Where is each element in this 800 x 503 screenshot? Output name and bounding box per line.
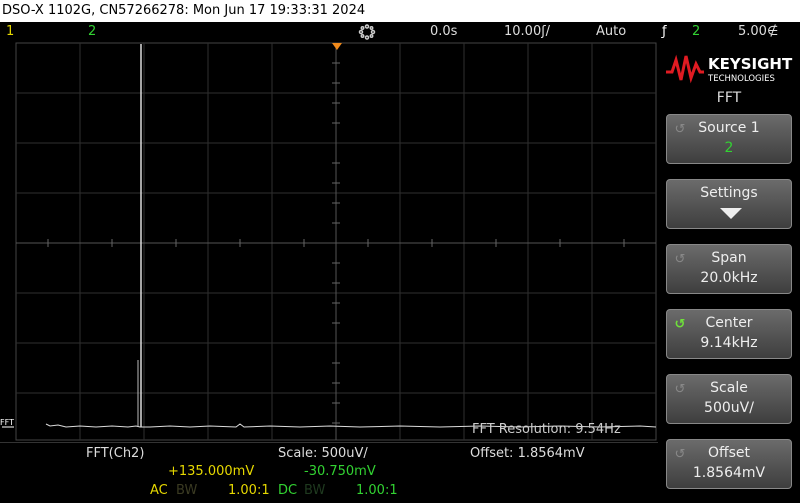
status-bar: 1 2 0.0s 10.00ʃ/ Auto ƒ 2 5.00∉ [0,22,800,42]
channel-measurements: +135.000mV AC BW 1.00:1 -30.750mV DC BW … [0,463,658,503]
trigger-position-marker [332,43,342,50]
fft-info-bar: FFT(Ch2) Scale: 500uV/ Offset: 1.8564mV [0,442,658,464]
keysight-logo: KEYSIGHT TECHNOLOGIES [666,48,796,88]
fft-source-text: FFT(Ch2) [86,446,145,461]
svg-text:TECHNOLOGIES: TECHNOLOGIES [707,74,775,84]
menu-title: FFT [716,90,742,106]
channel-2-indicator[interactable]: 2 [88,22,96,42]
channel-1-indicator[interactable]: 1 [6,22,14,42]
waveform-display[interactable]: FFT FFT Resolution: 9.54Hz [0,42,658,442]
fft-resolution: FFT Resolution: 9.54Hz [472,422,621,437]
ch2-value[interactable]: -30.750mV [304,464,376,479]
window-title: DSO-X 1102G, CN57266278: Mon Jun 17 19:3… [0,0,800,22]
timebase[interactable]: 10.00ʃ/ [504,22,550,42]
softkey-panel: KEYSIGHT TECHNOLOGIES FFT ↺ Source 1 2 S… [658,42,800,503]
time-offset[interactable]: 0.0s [430,22,457,42]
ch2-bw: BW [304,483,326,498]
ch1-probe[interactable]: 1.00:1 [228,483,270,498]
trigger-edge-icon: ƒ [662,24,667,39]
graticule: FFT FFT Resolution: 9.54Hz [0,42,657,441]
arrow-down-icon [720,208,742,224]
softkey-source[interactable]: ↺ Source 1 2 [666,114,792,164]
softkey-center[interactable]: ↺ Center 9.14kHz [666,309,792,359]
svg-text:KEYSIGHT: KEYSIGHT [708,55,793,73]
ch2-coupling[interactable]: DC [278,483,297,498]
fft-scale-text: Scale: 500uV/ [278,446,368,461]
ch2-probe[interactable]: 1.00:1 [356,483,398,498]
trigger-mode[interactable]: Auto [596,22,626,42]
ch1-coupling[interactable]: AC [150,483,168,498]
trigger-level[interactable]: 5.00∉ [738,22,778,42]
softkey-span[interactable]: ↺ Span 20.0kHz [666,244,792,294]
fft-label: FFT [0,418,14,427]
softkey-scale[interactable]: ↺ Scale 500uV/ [666,374,792,424]
trigger-source[interactable]: 2 [692,22,700,42]
fft-offset-text: Offset: 1.8564mV [470,446,585,461]
ch1-value[interactable]: +135.000mV [168,464,254,479]
softkey-offset[interactable]: ↺ Offset 1.8564mV [666,439,792,489]
softkey-settings[interactable]: Settings [666,179,792,229]
ch1-bw: BW [176,483,198,498]
